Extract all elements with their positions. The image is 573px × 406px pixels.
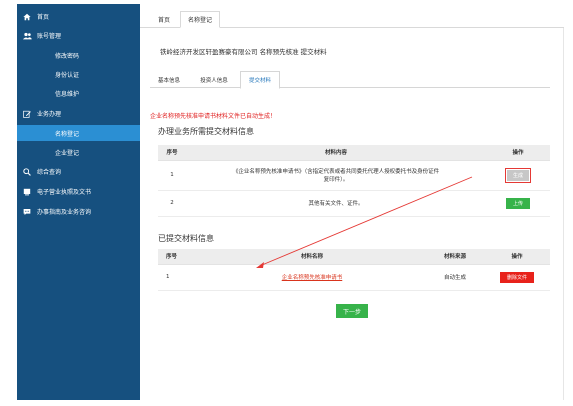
generate-button[interactable]: 生成 — [505, 167, 531, 183]
row-number: 2 — [158, 190, 186, 217]
sidebar-item-e-license[interactable]: 电子营业执照及文书 — [17, 183, 140, 200]
material-content-line: 复印件）。 — [323, 177, 349, 183]
main-panel: 首页 名称登记 铁岭经济开发区轩盈赛豪有限公司 名称预先核准 提交材料 基本信息… — [140, 4, 564, 400]
tab-name-registration[interactable]: 名称登记 — [180, 11, 220, 28]
material-content: 《企业名称预先核准申请书》（含指定代表或者共同委托代理人授权委托书及身份证件 复… — [186, 160, 486, 191]
sidebar-item-business[interactable]: 业务办理 — [17, 105, 140, 122]
sidebar-item-label: 办事指南及业务咨询 — [37, 209, 92, 216]
col-header-action: 操作 — [486, 145, 550, 161]
search-icon — [17, 167, 37, 176]
sidebar-item-enterprise-registration[interactable]: 企业登记 — [17, 144, 140, 160]
sidebar-item-label: 业务办理 — [37, 111, 62, 118]
col-header-action: 操作 — [484, 249, 550, 265]
submitted-materials-title: 已提交材料信息 — [158, 234, 214, 243]
next-step-button[interactable]: 下一步 — [336, 304, 368, 318]
delete-file-button[interactable]: 删除文件 — [500, 271, 534, 283]
material-content-line: 《企业名称预先核准申请书》（含指定代表或者共同委托代理人授权委托书及身份证件 — [232, 169, 440, 175]
material-source: 自动生成 — [426, 264, 484, 291]
top-tab-bar: 首页 名称登记 — [140, 4, 564, 28]
tab-home[interactable]: 首页 — [150, 11, 178, 28]
sidebar-item-guide[interactable]: 办事指南及业务咨询 — [17, 203, 140, 220]
material-content: 其他有关文件、证件。 — [186, 190, 486, 217]
users-icon — [17, 32, 37, 40]
form-subtabs: 基本信息 投资人信息 提交材料 — [150, 68, 550, 89]
page-title: 铁岭经济开发区轩盈赛豪有限公司 名称预先核准 提交材料 — [160, 48, 327, 56]
sidebar-item-label: 首页 — [37, 14, 50, 21]
home-icon — [17, 13, 37, 21]
sidebar-item-query[interactable]: 综合查询 — [17, 163, 140, 180]
sidebar-item-account[interactable]: 账号管理 — [17, 27, 140, 44]
row-number: 1 — [158, 160, 186, 191]
edit-icon — [17, 110, 37, 118]
submitted-materials-table: 序号 材料名称 材料来源 操作 1 企业名称预先核准申请书 自动生成 删除文件 — [158, 249, 550, 291]
col-header-no: 序号 — [158, 145, 186, 161]
subtab-basic-info[interactable]: 基本信息 — [150, 71, 188, 89]
col-header-name: 材料名称 — [198, 249, 426, 265]
col-header-content: 材料内容 — [186, 145, 486, 161]
chat-icon — [17, 208, 37, 216]
generation-notice: 企业名称预先核准申请书材料文件已自动生成！ — [150, 113, 277, 120]
subtab-investor-info[interactable]: 投资人信息 — [192, 71, 236, 89]
sidebar-item-change-password[interactable]: 修改密码 — [17, 47, 140, 63]
table-row: 1 《企业名称预先核准申请书》（含指定代表或者共同委托代理人授权委托书及身份证件… — [158, 160, 550, 191]
sidebar-item-label: 综合查询 — [37, 169, 62, 176]
table-row: 1 企业名称预先核准申请书 自动生成 删除文件 — [158, 264, 550, 291]
row-number: 1 — [158, 264, 198, 291]
sidebar-item-info-maintain[interactable]: 信息维护 — [17, 85, 140, 101]
sidebar-item-label: 电子营业执照及文书 — [37, 189, 92, 196]
license-icon — [17, 188, 37, 196]
col-header-source: 材料来源 — [426, 249, 484, 265]
sidebar-item-name-registration[interactable]: 名称登记 — [17, 125, 140, 141]
col-header-no: 序号 — [158, 249, 198, 265]
required-materials-table: 序号 材料内容 操作 1 《企业名称预先核准申请书》（含指定代表或者共同委托代理… — [158, 145, 550, 217]
required-materials-title: 办理业务所需提交材料信息 — [158, 127, 254, 136]
table-row: 2 其他有关文件、证件。 上传 — [158, 190, 550, 217]
upload-button[interactable]: 上传 — [506, 197, 530, 209]
sidebar: 首页 账号管理 修改密码 身份认证 信息维护 业务办理 名称登记 企业登记 综合… — [17, 4, 140, 400]
sidebar-item-label: 账号管理 — [37, 33, 62, 40]
sidebar-item-home[interactable]: 首页 — [17, 8, 140, 25]
sidebar-item-identity[interactable]: 身份认证 — [17, 66, 140, 82]
document-link[interactable]: 企业名称预先核准申请书 — [282, 275, 343, 281]
subtab-submit-materials[interactable]: 提交材料 — [240, 71, 280, 89]
